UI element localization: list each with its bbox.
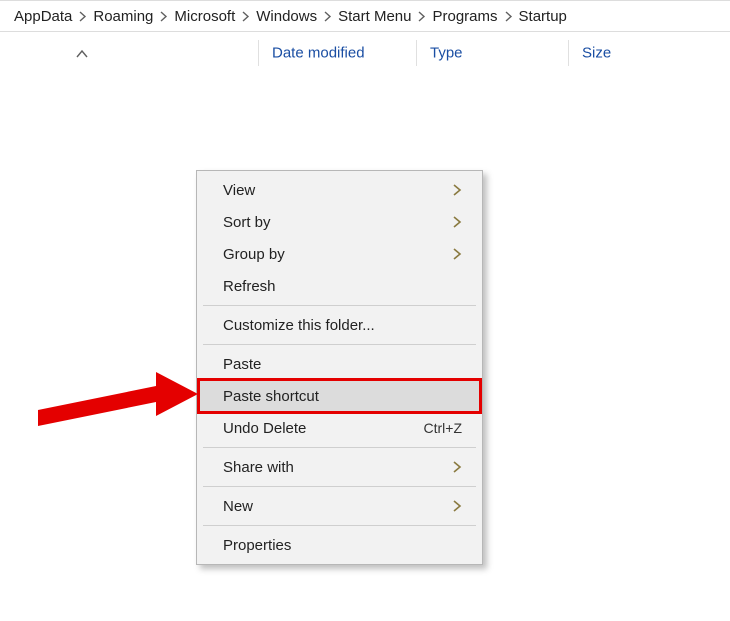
breadcrumb-item-windows[interactable]: Windows xyxy=(256,8,317,25)
annotation-arrow-icon xyxy=(38,350,218,443)
column-header-type[interactable]: Type xyxy=(428,45,465,62)
menu-item-label: Share with xyxy=(223,459,452,476)
menu-item-undo-delete[interactable]: Undo Delete Ctrl+Z xyxy=(199,412,480,444)
menu-item-shortcut: Ctrl+Z xyxy=(424,420,463,436)
column-headers: Date modified Type Size xyxy=(0,32,730,74)
column-divider[interactable] xyxy=(258,40,259,66)
menu-item-label: Group by xyxy=(223,246,452,263)
menu-item-label: Paste xyxy=(223,356,462,373)
menu-separator xyxy=(203,447,476,448)
column-header-date[interactable]: Date modified xyxy=(270,45,367,62)
menu-item-label: New xyxy=(223,498,452,515)
chevron-right-icon xyxy=(452,247,462,261)
menu-separator xyxy=(203,344,476,345)
breadcrumb-item-programs[interactable]: Programs xyxy=(432,8,497,25)
menu-item-paste-shortcut[interactable]: Paste shortcut xyxy=(199,380,480,412)
breadcrumb-item-microsoft[interactable]: Microsoft xyxy=(174,8,235,25)
chevron-right-icon xyxy=(323,11,332,22)
column-divider[interactable] xyxy=(568,40,569,66)
menu-item-label: Refresh xyxy=(223,278,462,295)
chevron-right-icon xyxy=(452,460,462,474)
chevron-right-icon xyxy=(417,11,426,22)
sort-caret-icon[interactable] xyxy=(76,45,88,61)
column-header-size[interactable]: Size xyxy=(580,45,613,62)
menu-item-share-with[interactable]: Share with xyxy=(199,451,480,483)
menu-separator xyxy=(203,305,476,306)
menu-separator xyxy=(203,525,476,526)
chevron-right-icon xyxy=(504,11,513,22)
chevron-right-icon xyxy=(159,11,168,22)
menu-item-label: Paste shortcut xyxy=(223,388,462,405)
menu-item-refresh[interactable]: Refresh xyxy=(199,270,480,302)
menu-item-label: Properties xyxy=(223,537,462,554)
column-divider[interactable] xyxy=(416,40,417,66)
chevron-right-icon xyxy=(452,215,462,229)
menu-item-new[interactable]: New xyxy=(199,490,480,522)
breadcrumb-item-startup[interactable]: Startup xyxy=(519,8,567,25)
menu-item-label: Customize this folder... xyxy=(223,317,462,334)
chevron-right-icon xyxy=(78,11,87,22)
breadcrumb-item-appdata[interactable]: AppData xyxy=(14,8,72,25)
chevron-right-icon xyxy=(241,11,250,22)
menu-separator xyxy=(203,486,476,487)
context-menu: View Sort by Group by Refresh Customize … xyxy=(196,170,483,565)
menu-item-sort-by[interactable]: Sort by xyxy=(199,206,480,238)
menu-item-properties[interactable]: Properties xyxy=(199,529,480,561)
breadcrumb-item-startmenu[interactable]: Start Menu xyxy=(338,8,411,25)
menu-item-label: Sort by xyxy=(223,214,452,231)
menu-item-label: View xyxy=(223,182,452,199)
menu-item-group-by[interactable]: Group by xyxy=(199,238,480,270)
breadcrumb[interactable]: AppData Roaming Microsoft Windows Start … xyxy=(0,0,730,32)
menu-item-customize-folder[interactable]: Customize this folder... xyxy=(199,309,480,341)
menu-item-paste[interactable]: Paste xyxy=(199,348,480,380)
chevron-right-icon xyxy=(452,183,462,197)
menu-item-label: Undo Delete xyxy=(223,420,424,437)
menu-item-view[interactable]: View xyxy=(199,174,480,206)
breadcrumb-item-roaming[interactable]: Roaming xyxy=(93,8,153,25)
chevron-right-icon xyxy=(452,499,462,513)
